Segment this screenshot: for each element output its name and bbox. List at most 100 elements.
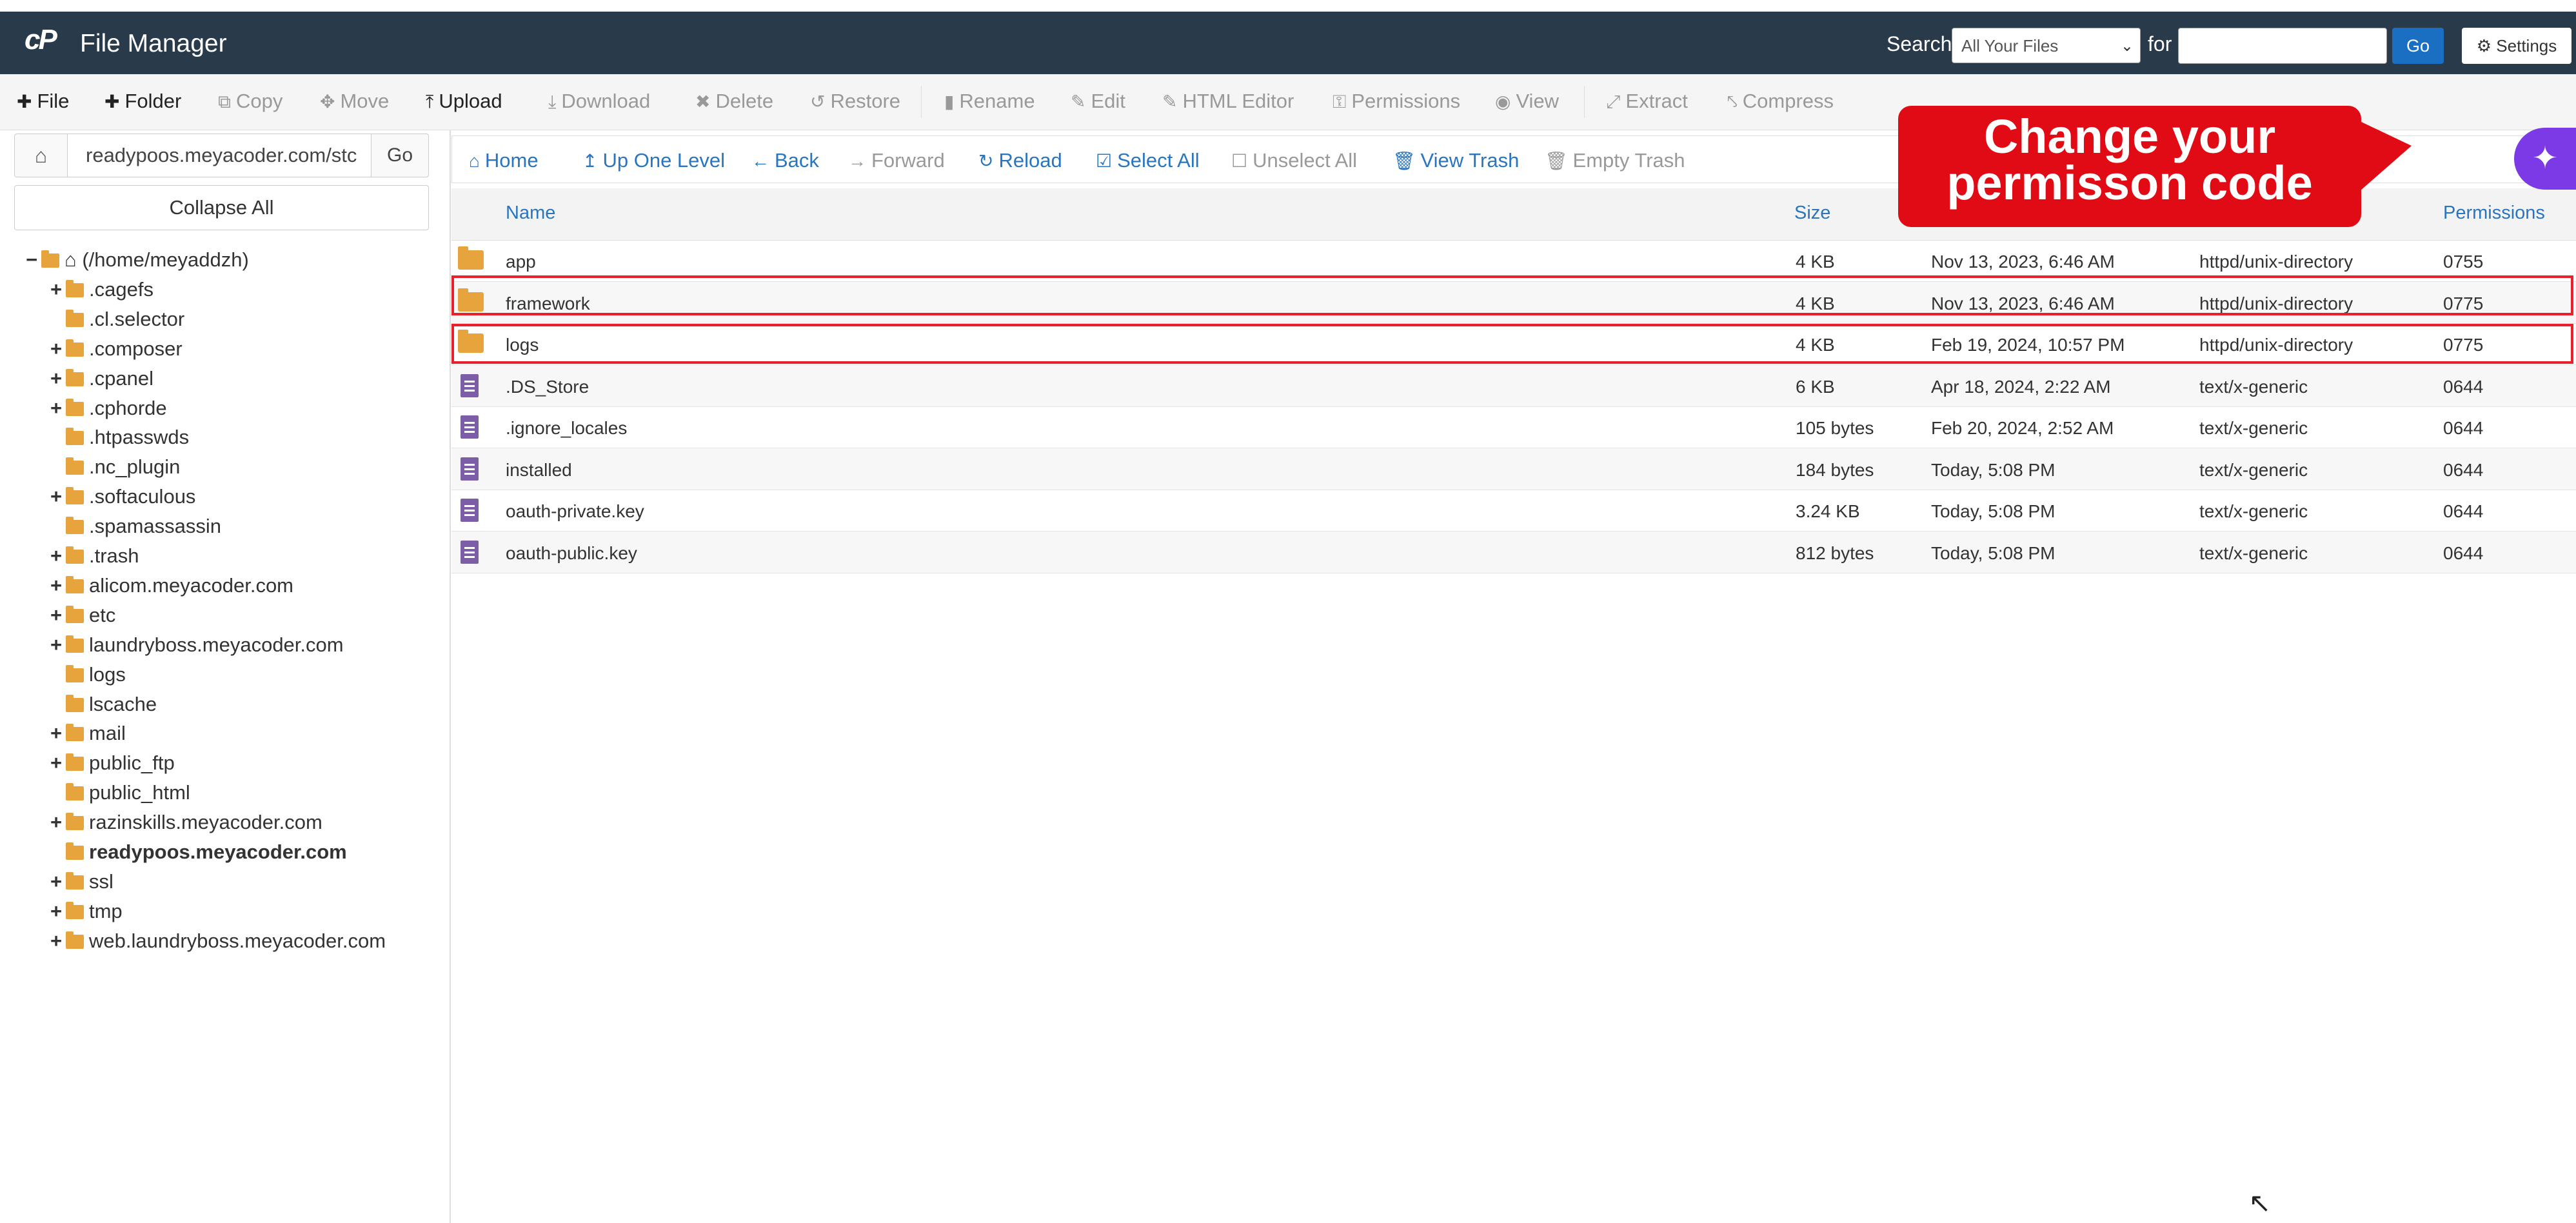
expand-toggle-icon[interactable]: + [46, 719, 66, 748]
tree-item[interactable]: + laundryboss.meyacoder.com [46, 630, 344, 660]
tree-item[interactable]: .nc_plugin [46, 452, 180, 482]
extract-button[interactable]: ⤢ Extract [1606, 90, 1688, 113]
expand-toggle-icon[interactable]: + [46, 926, 66, 956]
rename-button[interactable]: ▮ Rename [944, 90, 1035, 113]
home-button[interactable]: ⌂ Home [469, 149, 539, 172]
unselect-all-button[interactable]: ☐ Unselect All [1231, 149, 1357, 172]
tree-item[interactable]: + .cphorde [46, 393, 167, 423]
tree-item[interactable]: readypoos.meyacoder.com [46, 837, 347, 867]
collapse-toggle-icon[interactable]: − [22, 245, 41, 275]
edit-button[interactable]: ✎ Edit [1071, 90, 1125, 113]
tree-item[interactable]: .htpasswds [46, 423, 189, 452]
expand-toggle-icon[interactable]: + [46, 748, 66, 778]
file-name: .DS_Store [506, 376, 590, 397]
move-button[interactable]: ✥ Move [320, 90, 389, 113]
expand-toggle-icon[interactable]: + [46, 482, 66, 512]
tree-item[interactable]: lscache [46, 690, 157, 719]
key-icon: ⚿ [1333, 92, 1347, 112]
back-button[interactable]: ← Back [751, 149, 819, 172]
assistant-icon[interactable]: ✦ [2514, 128, 2576, 190]
select-all-button[interactable]: ☑ Select All [1096, 149, 1200, 172]
table-row[interactable]: .ignore_locales 105 bytes Feb 20, 2024, 2:… [451, 406, 2576, 448]
tree-item[interactable]: + alicom.meyacoder.com [46, 571, 293, 601]
column-permissions[interactable]: Permissions [2443, 203, 2545, 224]
tree-item[interactable]: .spamassassin [46, 512, 221, 541]
new-file-button[interactable]: ✚ File [17, 90, 69, 113]
tree-item[interactable]: + razinskills.meyacoder.com [46, 808, 322, 837]
path-input[interactable]: readypoos.meyacoder.com/stc [67, 134, 372, 177]
tree-item[interactable]: + public_ftp [46, 748, 175, 778]
expand-toggle-icon[interactable]: + [46, 364, 66, 393]
expand-toggle-icon[interactable]: + [46, 334, 66, 364]
search-go-button[interactable]: Go [2392, 28, 2444, 64]
table-row[interactable]: oauth-private.key 3.24 KB Today, 5:08 PM te… [451, 490, 2576, 532]
folder-icon [66, 694, 84, 712]
expand-toggle-icon[interactable]: + [46, 808, 66, 837]
view-button[interactable]: ◉ View [1495, 90, 1559, 113]
copy-label: Copy [236, 90, 283, 112]
column-name[interactable]: Name [506, 203, 555, 224]
tree-item[interactable]: public_html [46, 778, 190, 808]
tree-item[interactable]: + .softaculous [46, 482, 196, 512]
tree-item[interactable]: + .cpanel [46, 364, 154, 393]
expand-toggle-icon[interactable]: + [46, 897, 66, 926]
restore-button[interactable]: ↺ Restore [810, 90, 900, 113]
upload-button[interactable]: ⤒ Upload [426, 90, 502, 113]
settings-button[interactable]: ⚙ Settings [2462, 28, 2571, 64]
expand-toggle-icon[interactable]: + [46, 867, 66, 897]
tree-item[interactable]: + etc [46, 601, 115, 630]
forward-label: Forward [871, 149, 945, 172]
delete-button[interactable]: ✖ Delete [695, 90, 773, 113]
new-file-label: File [37, 90, 70, 112]
file-size: 6 KB [1796, 376, 1835, 397]
path-go-button[interactable]: Go [371, 134, 429, 177]
tree-item[interactable]: + tmp [46, 897, 123, 926]
cpanel-logo[interactable]: cP [25, 24, 57, 56]
folder-icon [66, 635, 84, 653]
expand-toggle-icon[interactable]: + [46, 630, 66, 660]
tree-item-label: .trash [89, 544, 139, 567]
tree-item[interactable]: + .cagefs [46, 275, 154, 304]
expand-toggle-icon[interactable]: + [46, 393, 66, 423]
home-path-button[interactable]: ⌂ [14, 134, 68, 177]
table-row[interactable]: logs 4 KB Feb 19, 2024, 10:57 PM httpd/unix… [451, 323, 2576, 365]
table-row[interactable]: installed 184 bytes Today, 5:08 PM text/x-g… [451, 448, 2576, 490]
tree-item-label: laundryboss.meyacoder.com [89, 633, 344, 656]
tree-item[interactable]: + mail [46, 719, 126, 748]
copy-button[interactable]: ⧉ Copy [218, 90, 282, 113]
expand-toggle-icon[interactable]: + [46, 275, 66, 304]
tree-item[interactable]: .cl.selector [46, 304, 184, 334]
tree-root-label: (/home/meyaddzh) [82, 248, 249, 271]
table-row[interactable]: oauth-public.key 812 bytes Today, 5:08 PM t… [451, 531, 2576, 573]
file-modified: Nov 13, 2023, 6:46 AM [1931, 293, 2115, 313]
view-trash-label: View Trash [1420, 149, 1520, 172]
expand-toggle-icon[interactable]: + [46, 571, 66, 601]
expand-toggle-icon[interactable]: + [46, 541, 66, 571]
tree-item[interactable]: + .composer [46, 334, 183, 364]
column-size[interactable]: Size [1794, 203, 1830, 224]
table-row[interactable]: app 4 KB Nov 13, 2023, 6:46 AM httpd/unix-d… [451, 240, 2576, 282]
table-row[interactable]: .DS_Store 6 KB Apr 18, 2024, 2:22 AM text/x… [451, 364, 2576, 407]
html-editor-button[interactable]: ✎ HTML Editor [1162, 90, 1294, 113]
empty-trash-button[interactable]: 🗑 Empty Trash [1545, 149, 1685, 172]
permissions-label: Permissions [1351, 90, 1461, 112]
tree-item[interactable]: + ssl [46, 867, 114, 897]
select-all-label: Select All [1117, 149, 1200, 172]
download-button[interactable]: ⤓ Download [548, 90, 650, 113]
search-scope-select[interactable]: All Your Files ⌄ [1952, 28, 2141, 63]
view-trash-button[interactable]: 🗑 View Trash [1392, 149, 1519, 172]
collapse-all-button[interactable]: Collapse All [14, 185, 429, 230]
permissions-button[interactable]: ⚿ Permissions [1333, 90, 1460, 113]
compress-button[interactable]: ⤣ Compress [1727, 90, 1834, 113]
search-input[interactable] [2178, 28, 2387, 64]
tree-item[interactable]: logs [46, 660, 126, 690]
new-folder-button[interactable]: ✚ Folder [104, 90, 181, 113]
tree-item[interactable]: + .trash [46, 541, 139, 571]
tree-item[interactable]: + web.laundryboss.meyacoder.com [46, 926, 386, 956]
forward-button[interactable]: → Forward [848, 149, 945, 172]
expand-toggle-icon[interactable]: + [46, 601, 66, 630]
tree-root[interactable]: − ⌂ (/home/meyaddzh) [22, 245, 249, 275]
reload-button[interactable]: ↻ Reload [978, 149, 1062, 172]
up-one-level-button[interactable]: ↥ Up One Level [582, 149, 725, 172]
table-row[interactable]: framework 4 KB Nov 13, 2023, 6:46 AM httpd/… [451, 281, 2576, 324]
